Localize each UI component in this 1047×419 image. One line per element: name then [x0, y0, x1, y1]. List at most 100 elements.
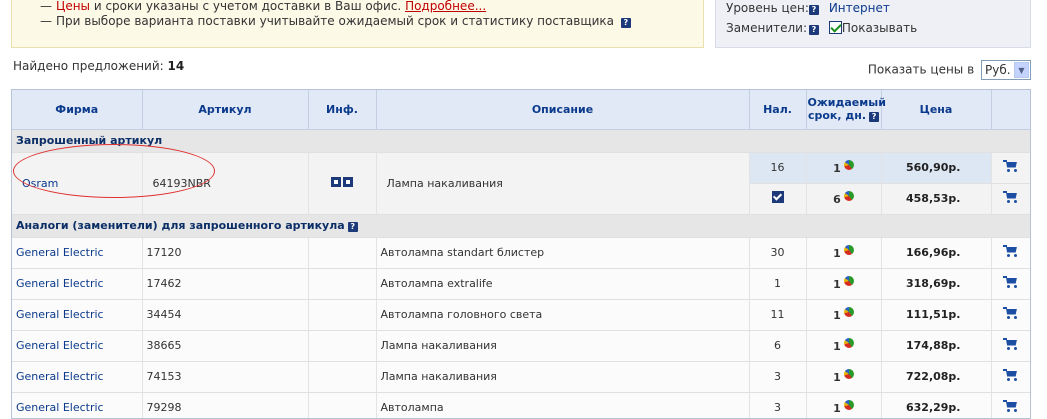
eta-help-icon[interactable]: ?: [869, 112, 880, 123]
article-cell: 17120: [142, 237, 309, 269]
description-cell: Автолампа standart блистер: [376, 237, 750, 269]
supplier-stats-pie-icon[interactable]: [843, 276, 854, 286]
stock-cell: 16: [749, 152, 807, 184]
firm-cell: General Electric: [12, 299, 143, 331]
info-cell: [308, 152, 377, 215]
cart-cell: [991, 361, 1030, 393]
chevron-down-icon[interactable]: ▼: [1014, 62, 1029, 78]
col-stock-header[interactable]: Нал.: [749, 90, 807, 130]
supplier-stats-pie-icon[interactable]: [843, 400, 854, 410]
cart-icon[interactable]: [1003, 159, 1018, 173]
table-row: General Electric 74153 Лампа накаливания 3 1…: [12, 361, 1030, 393]
col-price-header[interactable]: Цена: [881, 90, 992, 130]
firm-cell: General Electric: [12, 268, 143, 300]
cart-cell: [991, 183, 1030, 215]
eta-value: 1: [833, 402, 841, 415]
description-cell: Лампа накаливания: [376, 330, 750, 362]
results-count-label: Найдено предложений:: [13, 59, 164, 73]
table-row-requested: Osram 64193NBR Лампа накаливания 16 1 56…: [12, 152, 1030, 215]
photo-icon[interactable]: [331, 176, 341, 187]
cart-icon[interactable]: [1003, 190, 1018, 204]
cart-icon[interactable]: [1003, 368, 1018, 382]
article-cell: 17462: [142, 268, 309, 300]
price-level-help-icon[interactable]: ?: [809, 5, 819, 15]
firm-link[interactable]: Osram: [22, 177, 58, 190]
article-cell: 74153: [142, 361, 309, 393]
description-cell: Лампа накаливания: [376, 361, 750, 393]
price-cell: 111,51р.: [881, 299, 992, 331]
supplier-stats-pie-icon[interactable]: [843, 369, 854, 379]
table-row: General Electric 17462 Автолампа extralife…: [12, 268, 1030, 300]
info-icon[interactable]: [343, 176, 353, 187]
firm-cell: Osram: [12, 152, 143, 215]
substitutes-row: Заменители:? Показывать: [726, 21, 917, 35]
section-row-analogs: Аналоги (заменители) для запрошенного ар…: [12, 214, 1030, 238]
firm-cell: General Electric: [12, 330, 143, 362]
supplier-stats-pie-icon[interactable]: [843, 245, 854, 255]
section-title-requested: Запрошенный артикул: [12, 129, 1030, 153]
eta-value: 1: [833, 278, 841, 291]
col-description-header[interactable]: Описание: [376, 90, 750, 130]
results-count-value: 14: [167, 59, 185, 73]
results-count: Найдено предложений: 14: [13, 59, 184, 73]
firm-link[interactable]: General Electric: [16, 277, 104, 290]
currency-selector: Показать цены в Руб. ▼: [868, 60, 1031, 80]
currency-select[interactable]: Руб. ▼: [981, 60, 1031, 80]
col-eta-header[interactable]: Ожидаемый срок, дн.?: [806, 90, 886, 130]
supplier-stats-pie-icon[interactable]: [843, 338, 854, 348]
eta-cell: 1: [806, 330, 882, 362]
eta-cell: 1: [806, 299, 882, 331]
eta-value: 1: [833, 247, 841, 260]
substitutes-label: Заменители:: [726, 21, 808, 35]
price-settings-panel: Уровень цен:? Интернет Заменители:? Пока…: [715, 0, 1031, 48]
substitutes-help-icon[interactable]: ?: [809, 25, 819, 35]
analogs-help-icon[interactable]: ?: [347, 222, 358, 232]
firm-link[interactable]: General Electric: [16, 308, 104, 321]
price-cell: 458,53р.: [881, 183, 992, 215]
price-cell: 166,96р.: [881, 237, 992, 269]
substitutes-checkbox-label[interactable]: Показывать: [842, 21, 917, 35]
firm-cell: General Electric: [12, 392, 143, 418]
notice-prices-text: и сроки указаны с учетом доставки в Ваш …: [90, 0, 402, 13]
firm-link[interactable]: General Electric: [16, 246, 104, 259]
description-cell: Автолампа extralife: [376, 268, 750, 300]
price-cell: 722,08р.: [881, 361, 992, 393]
substitutes-checkbox[interactable]: [828, 21, 842, 34]
col-firm-header[interactable]: Фирма: [12, 90, 143, 130]
col-article-header[interactable]: Артикул: [142, 90, 309, 130]
supplier-stats-pie-icon[interactable]: [843, 191, 854, 201]
firm-link[interactable]: General Electric: [16, 339, 104, 352]
description-cell: Автолампа головного света: [376, 299, 750, 331]
price-level-link[interactable]: Интернет: [829, 1, 890, 15]
more-details-link[interactable]: Подробнее...: [405, 0, 486, 13]
firm-link[interactable]: General Electric: [16, 370, 104, 383]
firm-cell: General Electric: [12, 361, 143, 393]
price-level-label: Уровень цен:: [726, 1, 809, 15]
cart-icon[interactable]: [1003, 244, 1018, 258]
supplier-stats-pie-icon[interactable]: [843, 160, 854, 170]
article-cell: 79298: [142, 392, 309, 418]
cart-icon[interactable]: [1003, 306, 1018, 320]
price-cell: 632,29р.: [881, 392, 992, 418]
section-title-analogs: Аналоги (заменители) для запрошенного ар…: [12, 214, 1030, 238]
help-icon[interactable]: ?: [620, 18, 631, 28]
eta-value: 1: [833, 162, 841, 175]
cart-icon[interactable]: [1003, 337, 1018, 351]
info-icons[interactable]: [330, 176, 354, 190]
cart-icon[interactable]: [1003, 399, 1018, 413]
delivery-notice: — Цены и сроки указаны с учетом доставки …: [11, 0, 704, 48]
cart-icon[interactable]: [1003, 275, 1018, 289]
article-cell: 34454: [142, 299, 309, 331]
cart-cell: [991, 237, 1030, 269]
supplier-stats-pie-icon[interactable]: [843, 307, 854, 317]
eta-header-line1: Ожидаемый: [807, 96, 886, 110]
stock-cell: 6: [749, 330, 807, 362]
firm-cell: General Electric: [12, 237, 143, 269]
table-row: General Electric 79298 Автолампа 3 1 632,29р.: [12, 392, 1030, 418]
eta-cell: 1: [806, 361, 882, 393]
eta-value: 6: [833, 193, 841, 206]
table-row: General Electric 38665 Лампа накаливания 6 1…: [12, 330, 1030, 362]
currency-label: Показать цены в: [867, 62, 975, 77]
table-row: General Electric 17120 Автолампа standart …: [12, 237, 1030, 269]
notice-prices-word: Цены: [56, 0, 91, 13]
